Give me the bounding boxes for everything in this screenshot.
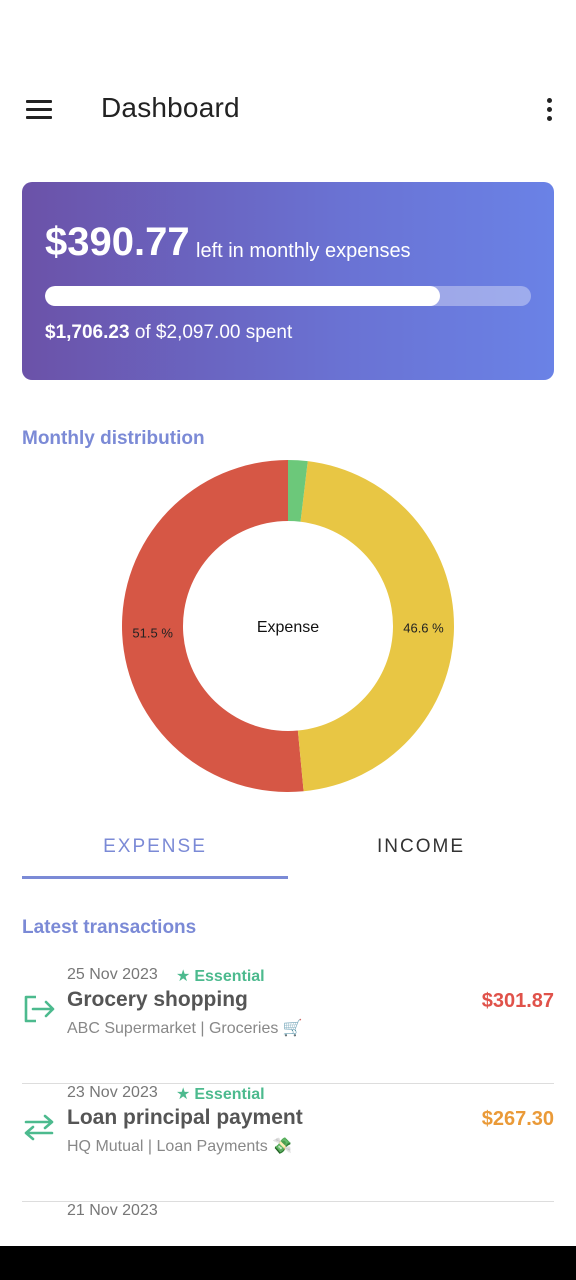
app-bar: Dashboard [0,78,576,142]
budget-progress-bar [45,286,531,306]
essential-badge: ★ Essential [176,1084,265,1104]
essential-badge: ★ Essential [176,966,265,986]
transaction-name: Grocery shopping [67,988,248,1011]
tab-active-indicator [22,876,288,879]
transaction-name: Loan principal payment [67,1106,303,1129]
budget-spent-amount: $1,706.23 [45,322,130,343]
distribution-donut-chart[interactable]: 51.5 % 46.6 % Expense [0,450,576,806]
donut-center-label: Expense [257,619,319,636]
budget-amount-left: $390.77 [45,220,190,264]
budget-left-label: left in monthly expenses [196,240,411,262]
star-icon: ★ [176,968,191,985]
budget-spent-of-label: of $2,097.00 spent [134,322,293,343]
budget-spent-line: $1,706.23 of $2,097.00 spent [45,322,292,344]
essential-badge-label: Essential [194,1086,265,1103]
essential-badge-label: Essential [194,968,265,985]
transaction-amount: $267.30 [481,1108,554,1130]
more-vert-icon[interactable] [540,92,558,128]
transaction-item[interactable]: 25 Nov 2023 ★ Essential Grocery shopping … [22,966,554,1084]
dashboard-screen: Dashboard $390.77 left in monthly expens… [0,0,576,1280]
distribution-title: Monthly distribution [22,428,205,449]
type-tabs: EXPENSE INCOME [22,818,554,880]
hamburger-menu-icon[interactable] [22,94,56,126]
star-icon: ★ [176,1086,191,1103]
transaction-subtitle: HQ Mutual | Loan Payments 💸 [67,1138,293,1155]
tab-income[interactable]: INCOME [288,836,554,858]
budget-progress-fill [45,286,441,306]
tab-expense[interactable]: EXPENSE [22,836,288,858]
transaction-date: 23 Nov 2023 [67,1084,158,1101]
transaction-item[interactable]: 23 Nov 2023 ★ Essential Loan principal pa… [22,1084,554,1202]
transaction-subtitle: ABC Supermarket | Groceries 🛒 [67,1020,303,1037]
system-navigation-bar [0,1246,576,1280]
transaction-date: 25 Nov 2023 [67,966,158,983]
transactions-title: Latest transactions [22,917,197,938]
donut-slice-label: 51.5 % [132,625,173,640]
transfer-icon [24,1114,54,1141]
exit-icon [24,995,55,1023]
transaction-amount: $301.87 [481,990,554,1012]
donut-slice-label: 46.6 % [403,621,444,636]
page-title: Dashboard [101,92,240,123]
budget-card[interactable]: $390.77 left in monthly expenses $1,706.… [22,182,554,380]
transaction-date: 21 Nov 2023 [67,1202,158,1219]
